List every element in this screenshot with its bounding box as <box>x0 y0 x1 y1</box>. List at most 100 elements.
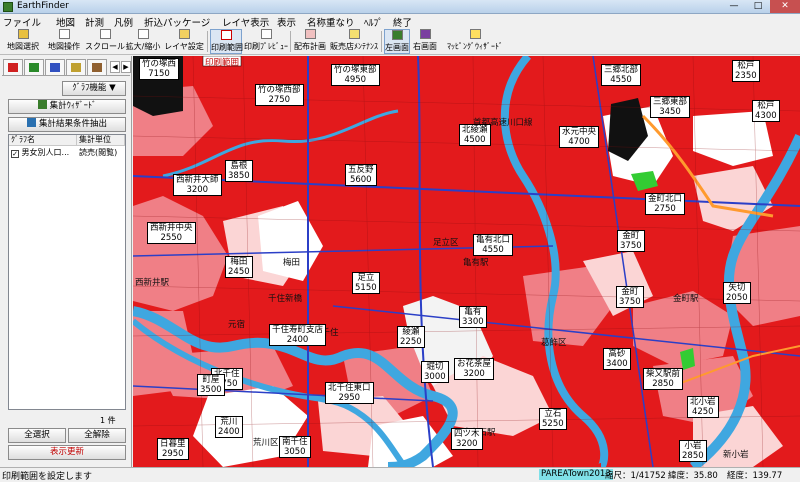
area-label[interactable]: 松戸 2350 <box>732 60 760 82</box>
area-label[interactable]: 北千住東口 2950 <box>325 382 374 404</box>
tab-layer[interactable] <box>24 59 44 75</box>
area-label[interactable]: 島根 3850 <box>225 160 253 182</box>
area-label[interactable]: お花茶屋 3200 <box>454 358 495 380</box>
delivery-icon <box>304 29 316 39</box>
area-label[interactable]: 水元中央 4700 <box>559 126 600 148</box>
area-label[interactable]: 四ツ木 3200 <box>451 428 483 450</box>
area-label[interactable]: 足立 5150 <box>352 272 380 294</box>
area-label[interactable]: 荒川 2400 <box>215 416 243 438</box>
menu-view[interactable]: 表示 <box>277 15 296 29</box>
street-label: 西新井駅 <box>135 278 170 288</box>
graph-list[interactable]: ｸﾞﾗﾌ名 集計単位 ✓ 男女別人口... 読売(閲覧) <box>8 134 126 410</box>
graph-wizard-button[interactable]: 集計ｳｨｻﾞｰﾄﾞ <box>8 99 126 114</box>
scroll-button[interactable]: スクロール <box>85 29 125 54</box>
status-bar: 印刷範囲を設定します PAREATown2013 縮尺：1/41752 緯度：3… <box>0 467 800 482</box>
area-label[interactable]: 金町 3750 <box>617 230 645 252</box>
area-label[interactable]: 町屋 3500 <box>197 374 225 396</box>
mapping-wizard-button[interactable]: ﾏｯﾋﾟﾝｸﾞｳｨｻﾞｰﾄﾞ <box>442 29 508 54</box>
area-label[interactable]: 千住寿町支店 2400 <box>269 324 327 346</box>
menu-exit[interactable]: 終了 <box>393 15 412 29</box>
minimize-button[interactable]: — <box>722 0 746 13</box>
clear-all-button[interactable]: 全解除 <box>68 428 126 443</box>
area-label[interactable]: 松戸 4300 <box>752 100 780 122</box>
area-label[interactable]: 小岩 2850 <box>679 440 707 462</box>
column-graph-name[interactable]: ｸﾞﾗﾌ名 <box>9 135 77 146</box>
area-label[interactable]: 西新井大師 3200 <box>173 174 222 196</box>
left-panel: ◀ ▶ ｸﾞﾗﾌ機能 ▼ 集計ｳｨｻﾞｰﾄﾞ 集計結果条件抽出 ｸﾞﾗﾌ名 集計… <box>0 56 132 467</box>
area-label[interactable]: 三郷北部 4550 <box>601 64 642 86</box>
filter-icon <box>26 118 36 127</box>
area-label[interactable]: 亀有 3300 <box>459 306 487 328</box>
menu-legend[interactable]: 凡例 <box>114 15 133 29</box>
street-label: 亀有駅 <box>463 258 489 268</box>
right-screen-icon <box>419 29 431 39</box>
select-all-button[interactable]: 全選択 <box>8 428 66 443</box>
store-icon <box>348 29 360 39</box>
menu-help[interactable]: ﾍﾙﾌﾟ <box>364 15 383 29</box>
print-range-button[interactable]: 印刷範囲 <box>210 29 243 54</box>
area-label[interactable]: 柴又駅前 2850 <box>643 368 684 390</box>
tab-scroll-right[interactable]: ▶ <box>121 61 131 73</box>
left-screen-button[interactable]: 左画面 <box>384 29 410 54</box>
area-label[interactable]: 矢切 2050 <box>723 282 751 304</box>
area-label[interactable]: 日暮里 2950 <box>157 438 189 460</box>
graph-function-dropdown[interactable]: ｸﾞﾗﾌ機能 ▼ <box>62 81 126 96</box>
panel-tabs: ◀ ▶ <box>2 58 131 76</box>
area-label[interactable]: 三郷東部 3450 <box>650 96 691 118</box>
area-label[interactable]: 南千住 3050 <box>279 436 311 458</box>
area-label[interactable]: 堀切 3000 <box>421 361 449 383</box>
area-label[interactable]: 五反野 5600 <box>345 164 377 186</box>
area-label[interactable]: 立石 5250 <box>539 408 567 430</box>
row-checkbox[interactable]: ✓ <box>11 150 19 158</box>
column-unit[interactable]: 集計単位 <box>77 135 125 146</box>
area-label[interactable]: 金町 3750 <box>616 286 644 308</box>
status-message: 印刷範囲を設定します <box>2 472 93 482</box>
store-maintenance-button[interactable]: 販売店ﾒﾝﾃﾅﾝｽ <box>329 29 379 54</box>
area-label[interactable]: 竹の塚東部 4950 <box>331 64 380 86</box>
street-label: 葛飾区 <box>541 338 567 348</box>
area-label[interactable]: 亀有北口 4550 <box>473 234 514 256</box>
street-label: 千住新橋 <box>268 294 303 304</box>
extract-conditions-button[interactable]: 集計結果条件抽出 <box>8 117 126 132</box>
tab-marker[interactable] <box>3 59 23 75</box>
tab-color[interactable] <box>66 59 86 75</box>
map-view[interactable]: 印刷範囲 首都高速川口線 西新井駅 梅田 千住新橋 元宿 北千住 亀有駅 新小岩… <box>133 56 800 467</box>
area-label[interactable]: 高砂 3400 <box>603 348 631 370</box>
area-label[interactable]: 北小岩 4250 <box>687 396 719 418</box>
tab-graph[interactable] <box>45 59 65 75</box>
area-label[interactable]: 北綾瀬 4500 <box>459 124 491 146</box>
area-label[interactable]: 西新井中央 2550 <box>147 222 196 244</box>
area-label[interactable]: 梅田 2450 <box>225 256 253 278</box>
print-range-icon <box>220 30 232 40</box>
map-select-button[interactable]: 地図選択 <box>4 29 42 54</box>
area-label[interactable]: 綾瀬 2250 <box>397 326 425 348</box>
menu-measure[interactable]: 計測 <box>85 15 104 29</box>
menu-name-overlap[interactable]: 名称重なり <box>307 15 355 29</box>
menu-map[interactable]: 地図 <box>56 15 75 29</box>
map-operate-button[interactable]: 地図操作 <box>44 29 84 54</box>
print-preview-button[interactable]: 印刷ﾌﾟﾚﾋﾞｭｰ <box>244 29 288 54</box>
toolbar: 地図選択 地図操作 スクロール 拡大/縮小 レイヤ設定 印刷範囲 印刷ﾌﾟﾚﾋﾞ… <box>0 28 800 55</box>
list-item[interactable]: ✓ 男女別人口... <box>11 147 69 158</box>
delivery-plan-button[interactable]: 配布計画 <box>293 29 327 54</box>
refresh-display-button[interactable]: 表示更新 <box>8 445 126 460</box>
area-label[interactable]: 竹の塚西 7150 <box>139 58 180 80</box>
left-screen-icon <box>391 30 403 40</box>
toolbar-separator <box>381 31 382 52</box>
tab-scroll-left[interactable]: ◀ <box>110 61 120 73</box>
maximize-button[interactable]: □ <box>746 0 770 13</box>
tab-settings[interactable] <box>87 59 107 75</box>
menu-file[interactable]: ファイル <box>3 15 41 29</box>
area-label[interactable]: 竹の塚西部 2750 <box>255 84 304 106</box>
item-count: 1 件 <box>100 416 116 425</box>
menu-layer-display[interactable]: レイヤ表示 <box>222 15 269 29</box>
layer-settings-button[interactable]: レイヤ設定 <box>163 29 205 54</box>
street-label: 新小岩 <box>723 450 749 460</box>
layer-icon <box>29 63 39 72</box>
zoom-button[interactable]: 拡大/縮小 <box>125 29 161 54</box>
menu-insert-package[interactable]: 折込パッケージ <box>144 15 210 29</box>
close-button[interactable]: ✕ <box>770 0 800 13</box>
map-select-icon <box>17 29 29 39</box>
right-screen-button[interactable]: 右画面 <box>412 29 438 54</box>
area-label[interactable]: 金町北口 2750 <box>645 193 686 215</box>
